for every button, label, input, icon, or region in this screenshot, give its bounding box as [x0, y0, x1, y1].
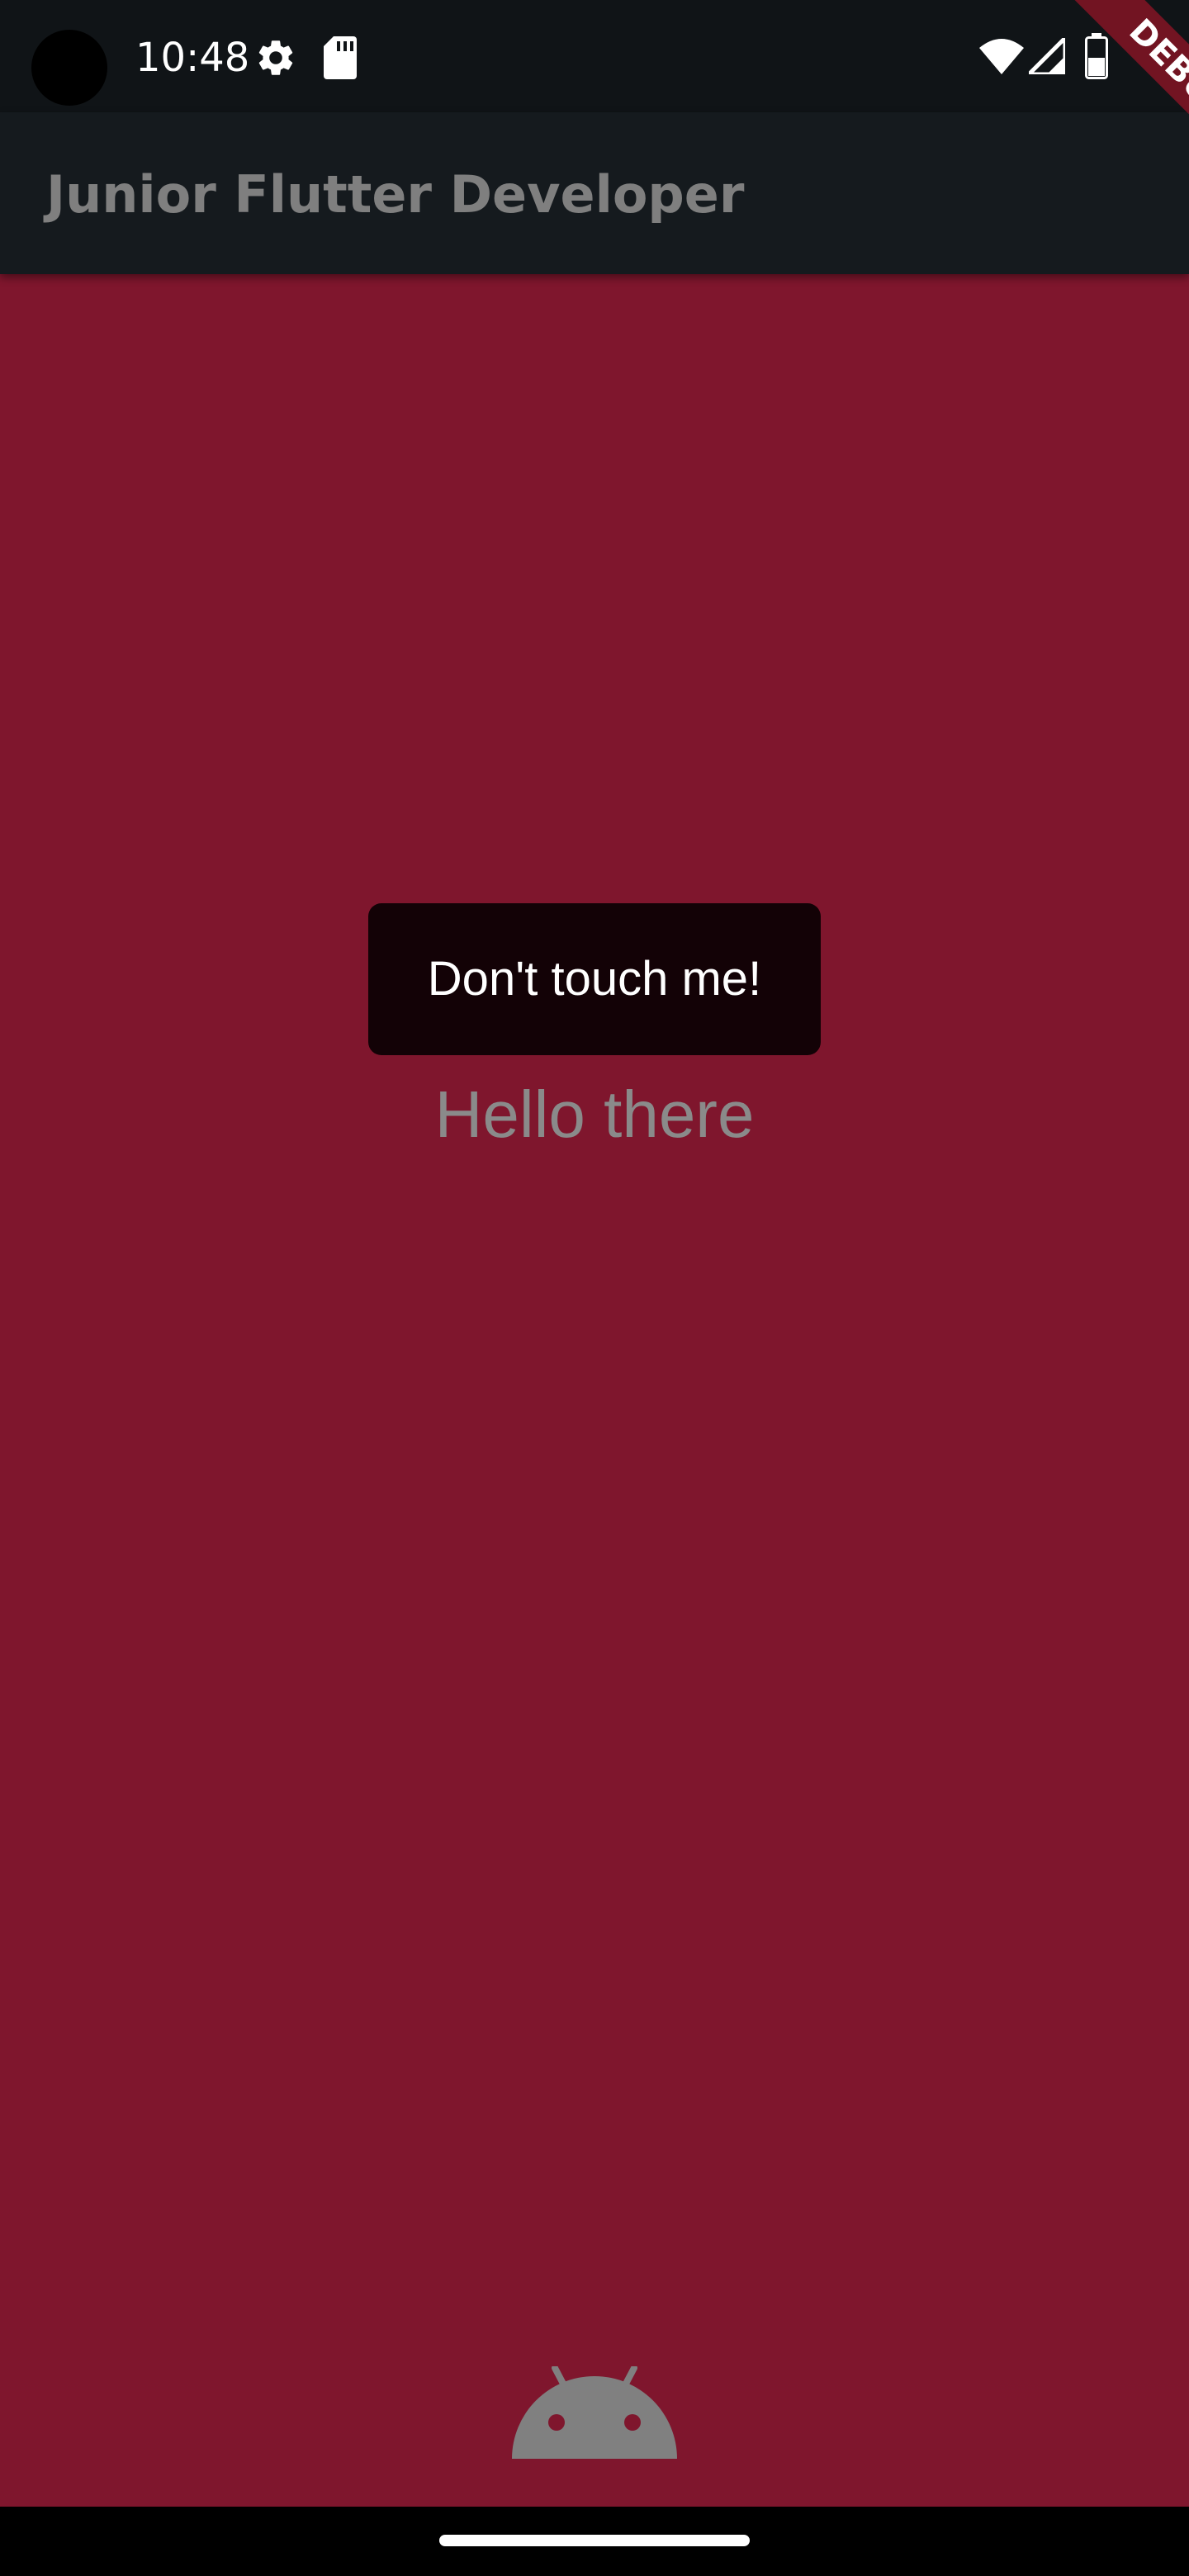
sd-card-icon: [324, 36, 357, 79]
battery-icon: [1085, 33, 1108, 79]
settings-gear-icon: [258, 40, 293, 75]
wifi-icon: [979, 39, 1024, 74]
navigation-bar: [0, 2507, 1189, 2576]
main-content: [0, 274, 1189, 2507]
app-bar: Junior Flutter Developer: [0, 112, 1189, 274]
cell-signal-icon: [1029, 38, 1065, 74]
camera-cutout: [31, 30, 107, 106]
toast-message: Don't touch me!: [368, 903, 821, 1055]
status-bar: 10:48: [0, 0, 1189, 112]
status-time: 10:48: [135, 35, 250, 81]
android-icon: [512, 2366, 677, 2459]
app-title: Junior Flutter Developer: [46, 164, 745, 225]
greeting-text[interactable]: Hello there: [0, 1075, 1189, 1154]
home-indicator[interactable]: [439, 2535, 750, 2546]
